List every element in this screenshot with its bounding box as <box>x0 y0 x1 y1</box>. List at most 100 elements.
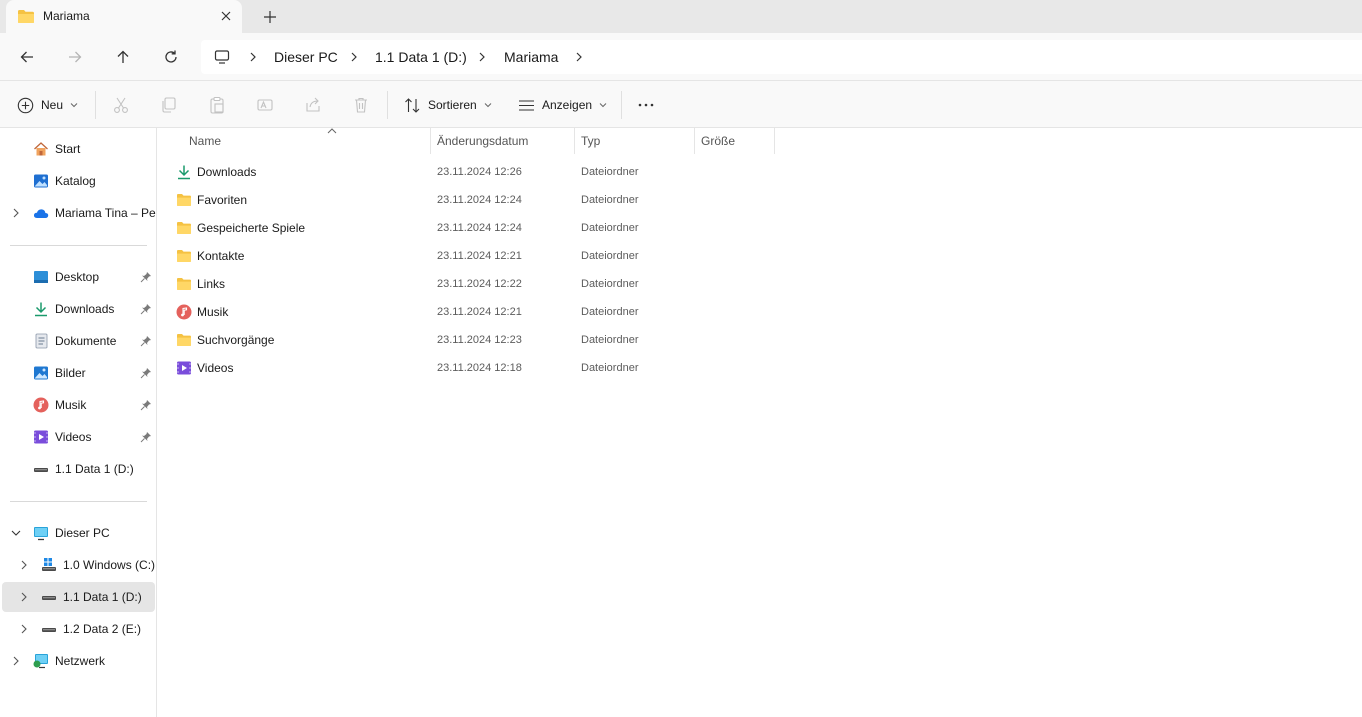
sidebar-item-documents[interactable]: Dokumente <box>2 326 155 356</box>
sidebar-item-network[interactable]: Netzwerk <box>2 646 155 676</box>
drive-icon <box>34 468 48 472</box>
pc-icon[interactable] <box>214 49 230 65</box>
file-row[interactable]: Downloads 23.11.2024 12:26 Dateiordner <box>174 158 794 186</box>
sidebar-item-label: 1.1 Data 1 (D:) <box>63 590 142 604</box>
chevron-right-icon[interactable] <box>348 51 360 63</box>
file-name: Suchvorgänge <box>197 333 275 347</box>
up-button[interactable] <box>111 45 135 69</box>
column-header-name[interactable]: Name <box>183 128 431 154</box>
file-row[interactable]: Videos 23.11.2024 12:18 Dateiordner <box>174 354 794 382</box>
paste-button[interactable] <box>207 95 227 115</box>
sidebar-item-label: Desktop <box>55 270 100 284</box>
close-icon[interactable] <box>218 8 234 24</box>
chevron-right-icon[interactable] <box>11 656 21 666</box>
more-options-button[interactable] <box>636 95 656 115</box>
share-button[interactable] <box>303 95 323 115</box>
pin-icon[interactable] <box>140 303 152 315</box>
file-row[interactable]: Musik 23.11.2024 12:21 Dateiordner <box>174 298 794 326</box>
file-row[interactable]: Gespeicherte Spiele 23.11.2024 12:24 Dat… <box>174 214 794 242</box>
chevron-right-icon[interactable] <box>19 560 29 570</box>
pin-icon[interactable] <box>140 399 152 411</box>
tab-strip: Mariama <box>0 0 1362 33</box>
sidebar-item-start[interactable]: Start <box>2 134 155 164</box>
sidebar-item-label: Dieser PC <box>55 526 110 540</box>
music-icon <box>33 397 49 413</box>
file-row[interactable]: Suchvorgänge 23.11.2024 12:23 Dateiordne… <box>174 326 794 354</box>
sidebar-item-pictures[interactable]: Bilder <box>2 358 155 388</box>
breadcrumb-item[interactable]: 1.1 Data 1 (D:) <box>375 40 467 74</box>
chevron-right-icon[interactable] <box>573 51 585 63</box>
breadcrumb-item[interactable]: Mariama <box>504 40 558 74</box>
address-row: Dieser PC 1.1 Data 1 (D:) Mariama <box>0 33 1362 81</box>
home-icon <box>34 142 48 156</box>
sidebar-item-drive-c[interactable]: 1.0 Windows (C:) <box>2 550 155 580</box>
address-bar[interactable]: Dieser PC 1.1 Data 1 (D:) Mariama <box>201 40 1362 74</box>
view-button[interactable]: Anzeigen <box>518 94 607 116</box>
chevron-right-icon[interactable] <box>11 208 21 218</box>
pin-icon[interactable] <box>140 431 152 443</box>
pin-icon[interactable] <box>140 367 152 379</box>
breadcrumb-item[interactable]: Dieser PC <box>274 40 338 74</box>
sidebar-item-drive-d-quick[interactable]: 1.1 Data 1 (D:) <box>2 454 155 484</box>
chevron-right-icon[interactable] <box>19 624 29 634</box>
pin-icon[interactable] <box>140 335 152 347</box>
sidebar-item-music[interactable]: Musik <box>2 390 155 420</box>
file-row[interactable]: Links 23.11.2024 12:22 Dateiordner <box>174 270 794 298</box>
copy-button[interactable] <box>159 95 179 115</box>
chevron-right-icon[interactable] <box>476 51 488 63</box>
gallery-icon <box>34 174 48 188</box>
more-icon <box>638 103 654 107</box>
file-row[interactable]: Favoriten 23.11.2024 12:24 Dateiordner <box>174 186 794 214</box>
sidebar-item-downloads[interactable]: Downloads <box>2 294 155 324</box>
scissors-icon <box>114 97 128 113</box>
new-tab-button[interactable] <box>260 7 280 27</box>
sidebar-item-this-pc[interactable]: Dieser PC <box>2 518 155 548</box>
file-type: Dateiordner <box>581 166 639 178</box>
chevron-down-icon[interactable] <box>11 528 21 538</box>
new-label: Neu <box>41 98 64 112</box>
sort-icon <box>405 97 420 113</box>
sidebar-item-drive-d[interactable]: 1.1 Data 1 (D:) <box>2 582 155 612</box>
onedrive-icon <box>33 209 49 218</box>
chevron-right-icon[interactable] <box>19 592 29 602</box>
sort-label: Sortieren <box>428 98 477 112</box>
file-type: Dateiordner <box>581 222 639 234</box>
pc-icon <box>34 527 48 541</box>
clipboard-icon <box>210 96 224 114</box>
sidebar-item-label: Bilder <box>55 366 86 380</box>
chevron-right-icon[interactable] <box>247 51 259 63</box>
column-header-type[interactable]: Typ <box>575 128 695 154</box>
pin-icon[interactable] <box>140 271 152 283</box>
file-date: 23.11.2024 12:24 <box>437 222 522 234</box>
folder-icon <box>177 250 191 262</box>
cut-button[interactable] <box>111 95 131 115</box>
delete-button[interactable] <box>351 95 371 115</box>
file-date: 23.11.2024 12:21 <box>437 306 522 318</box>
rename-button[interactable] <box>255 95 275 115</box>
folder-icon <box>18 10 34 23</box>
sidebar-item-desktop[interactable]: Desktop <box>2 262 155 292</box>
refresh-button[interactable] <box>159 45 183 69</box>
tab-mariama[interactable]: Mariama <box>6 0 242 33</box>
sort-ascending-icon <box>327 128 337 134</box>
separator <box>621 91 622 119</box>
document-icon <box>35 333 48 349</box>
sort-button[interactable]: Sortieren <box>404 94 492 116</box>
column-header-date[interactable]: Änderungsdatum <box>431 128 575 154</box>
chevron-down-icon <box>599 103 607 108</box>
separator <box>95 91 96 119</box>
sidebar-item-videos[interactable]: Videos <box>2 422 155 452</box>
file-name: Links <box>197 277 226 291</box>
forward-button[interactable] <box>63 45 87 69</box>
sidebar-item-label: Musik <box>55 398 87 412</box>
column-header-size[interactable]: Größe <box>695 128 775 154</box>
navigation-pane: Start Katalog Mariama Tina – Per Desktop <box>0 128 157 717</box>
sidebar-item-onedrive[interactable]: Mariama Tina – Per <box>2 198 156 228</box>
sidebar-item-gallery[interactable]: Katalog <box>2 166 155 196</box>
back-button[interactable] <box>15 45 39 69</box>
sidebar-item-drive-e[interactable]: 1.2 Data 2 (E:) <box>2 614 155 644</box>
new-button[interactable]: Neu <box>17 94 78 116</box>
file-row[interactable]: Kontakte 23.11.2024 12:21 Dateiordner <box>174 242 794 270</box>
sidebar-item-label: Katalog <box>55 174 96 188</box>
pictures-icon <box>34 366 48 380</box>
